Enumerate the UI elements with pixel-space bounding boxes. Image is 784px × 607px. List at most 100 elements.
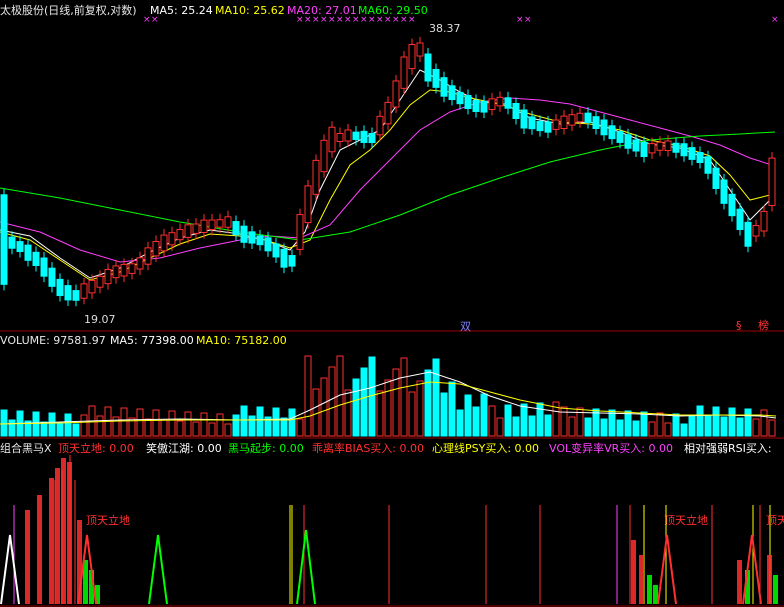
candle-body-93 <box>744 221 752 247</box>
volume-bar-23 <box>184 411 192 437</box>
marker-x-19: × <box>771 15 779 25</box>
candle-body-8 <box>64 285 72 301</box>
indicator-bar-4 <box>61 458 66 604</box>
candle-body-62 <box>496 96 504 107</box>
indicator-item-1: 顶天立地: 0.00 <box>58 441 134 455</box>
candle-body-44 <box>352 131 360 140</box>
candle-body-81 <box>648 143 656 154</box>
indicator-item-5: 心理线PSY买入: 0.00 <box>432 441 539 455</box>
badge-bang: 榜 <box>758 318 769 332</box>
volume-bar-71 <box>568 416 576 437</box>
volume-bar-89 <box>712 406 720 437</box>
candle-body-77 <box>616 131 624 143</box>
candle-body-46 <box>368 132 376 144</box>
volume-bar-35 <box>280 417 288 437</box>
volume-bar-24 <box>192 421 200 437</box>
annotation-3: 顶天 <box>766 514 784 527</box>
volume-bar-27 <box>216 413 224 437</box>
volume-bar-94 <box>752 418 760 437</box>
volume-bar-25 <box>200 412 208 437</box>
marker-x-7: × <box>336 15 344 25</box>
candle-body-47 <box>376 115 384 136</box>
stock-chart: 太极股份(日线,前复权,对数) MA5: 25.24 MA10: 25.62 M… <box>0 3 784 607</box>
candle-body-66 <box>528 116 536 130</box>
volume-bar-86 <box>688 414 696 437</box>
volume-ma5-label: MA5: 77398.00 <box>110 334 194 347</box>
candle-body-68 <box>544 121 552 133</box>
marker-x-18: × <box>524 15 532 25</box>
volume-bar-87 <box>696 405 704 437</box>
candle-body-55 <box>440 77 448 97</box>
marker-x-16: × <box>408 15 416 25</box>
candle-body-61 <box>488 98 496 110</box>
volume-bar-66 <box>528 415 536 437</box>
volume-bar-59 <box>472 406 480 437</box>
indicator-triangle-0 <box>0 534 20 605</box>
candle-body-87 <box>696 152 704 163</box>
candle-body-83 <box>664 140 672 151</box>
candle-body-38 <box>304 185 312 224</box>
candle-body-50 <box>400 56 408 89</box>
volume-bar-70 <box>560 406 568 437</box>
indicator-item-6: VOL变异率VR买入: 0.00 <box>549 441 673 455</box>
candle-body-39 <box>312 159 320 195</box>
indicator-item-7: 相对强弱RSI买入: <box>684 441 772 455</box>
candle-body-56 <box>448 85 456 101</box>
volume-bar-58 <box>464 394 472 437</box>
volume-bar-83 <box>664 422 672 437</box>
volume-bar-81 <box>648 421 656 437</box>
volume-bar-79 <box>632 420 640 437</box>
candle-body-58 <box>464 95 472 109</box>
stock-label: 太极股份(日线,前复权,对数) <box>0 3 137 17</box>
marker-x-5: × <box>320 15 328 25</box>
candle-body-89 <box>712 167 720 190</box>
volume-bar-84 <box>672 413 680 437</box>
candle-body-73 <box>584 112 592 123</box>
candle-body-4 <box>32 251 40 266</box>
volume-bar-78 <box>624 410 632 437</box>
volume-bar-32 <box>256 406 264 437</box>
volume-bar-90 <box>720 416 728 437</box>
ma5-label: MA5: 25.24 <box>150 4 213 17</box>
volume-bar-62 <box>496 417 504 437</box>
indicator-bar-14 <box>737 560 742 604</box>
volume-bar-73 <box>584 417 592 437</box>
ma10-label: MA10: 25.62 <box>215 4 285 17</box>
candle-body-37 <box>296 214 304 250</box>
volume-bar-65 <box>520 403 528 437</box>
volume-bar-36 <box>288 408 296 437</box>
volume-bar-6 <box>48 412 56 437</box>
candle-body-59 <box>472 100 480 112</box>
badge-mid: 双 <box>460 320 471 333</box>
candle-body-65 <box>520 109 528 129</box>
marker-x-1: × <box>151 15 159 25</box>
candle-body-67 <box>536 120 544 132</box>
volume-bar-45 <box>360 367 368 437</box>
candle-body-72 <box>576 112 584 123</box>
volume-bar-28 <box>224 423 232 437</box>
volume-bar-38 <box>304 355 312 437</box>
volume-bar-64 <box>512 416 520 437</box>
high-price-label: 38.37 <box>429 22 461 35</box>
volume-bar-34 <box>272 407 280 437</box>
candle-body-90 <box>720 179 728 204</box>
volume-bar-56 <box>448 381 456 437</box>
candle-body-71 <box>568 114 576 126</box>
volume-bar-0 <box>0 409 8 437</box>
volume-bar-60 <box>480 393 488 437</box>
volume-bar-93 <box>744 408 752 437</box>
candle-body-74 <box>592 116 600 129</box>
candle-body-33 <box>264 237 272 252</box>
candle-body-53 <box>424 53 432 82</box>
indicator-bar-3 <box>55 468 60 604</box>
volume-bar-77 <box>616 419 624 437</box>
candle-body-86 <box>688 147 696 160</box>
volume-bar-92 <box>736 417 744 437</box>
indicator-bar-16 <box>767 555 772 604</box>
volume-bar-76 <box>608 409 616 437</box>
candle-body-32 <box>256 235 264 246</box>
volume-bar-20 <box>160 419 168 437</box>
volume-bar-61 <box>488 405 496 437</box>
candle-body-21 <box>168 232 176 246</box>
volume-bar-67 <box>536 402 544 437</box>
